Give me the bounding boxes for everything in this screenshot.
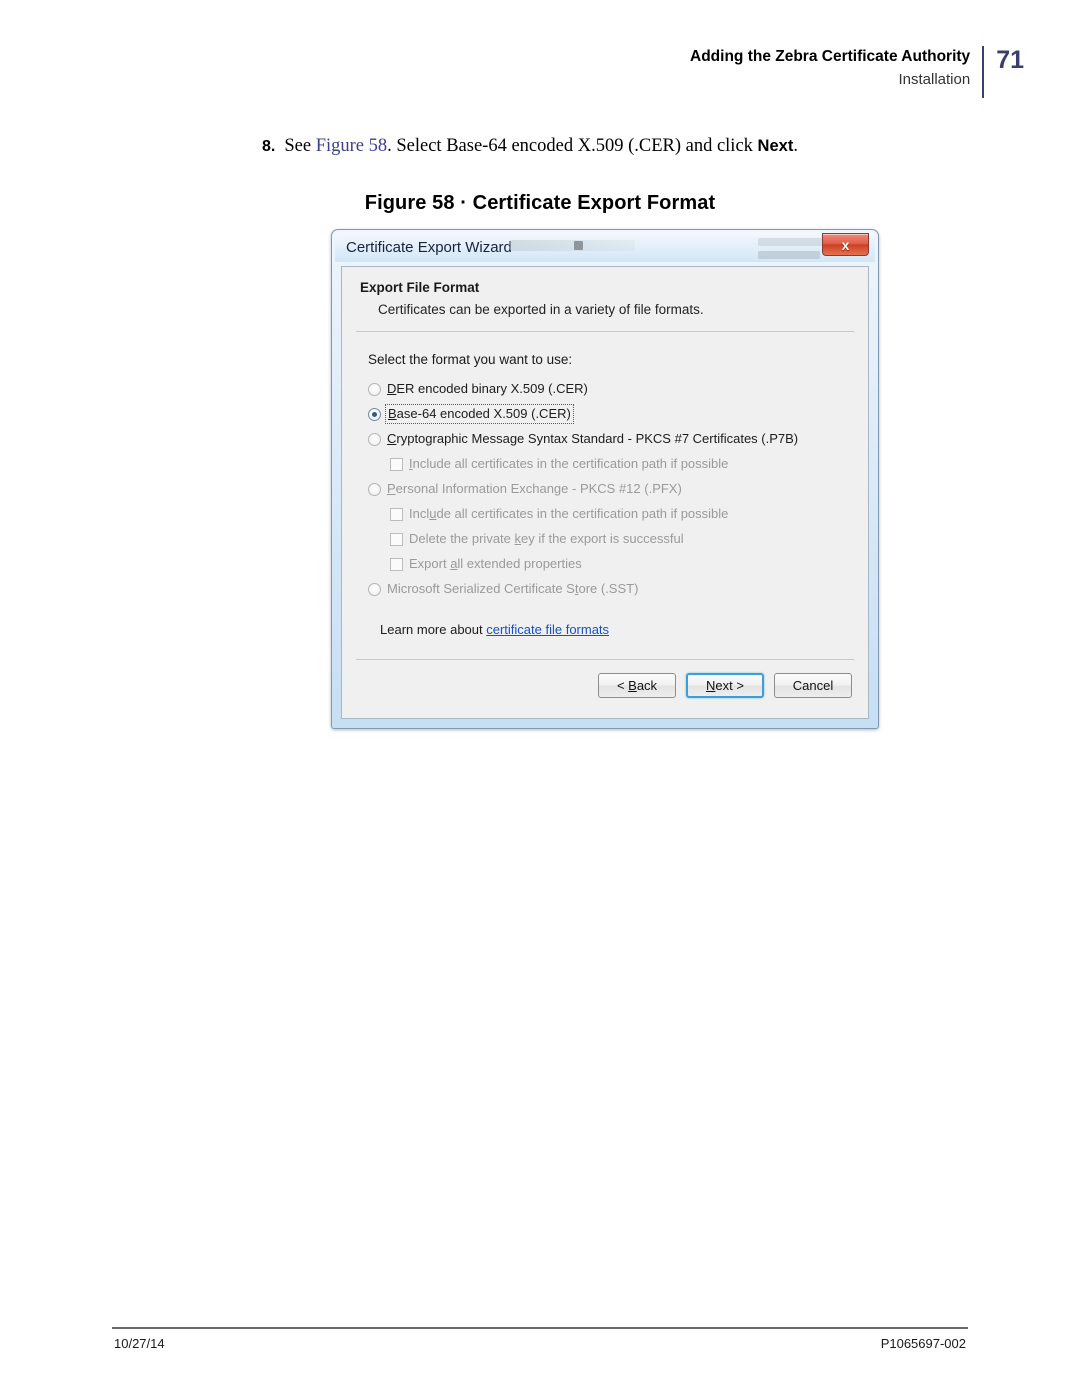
radio-der-icon[interactable]: [368, 383, 381, 396]
option-row-export-extended-props: Export all extended properties: [368, 556, 850, 572]
close-icon: x: [841, 236, 850, 253]
titlebar-ghost-artifact-c: [758, 251, 820, 259]
step-text-middle: . Select Base-64 encoded X.509 (.CER) an…: [387, 136, 758, 156]
learn-more-prefix: Learn more about: [380, 622, 487, 637]
radio-pfx-icon: [368, 483, 381, 496]
checkbox-export-extended-props-icon: [390, 558, 403, 571]
page-header: Adding the Zebra Certificate Authority I…: [690, 46, 1024, 98]
option-row-base64[interactable]: Base-64 encoded X.509 (.CER): [368, 404, 850, 424]
footer-date: 10/27/14: [114, 1336, 165, 1351]
option-label-pfx-include-all: Include all certificates in the certific…: [409, 506, 729, 521]
back-button[interactable]: < Back: [598, 673, 676, 698]
next-button-label: Next >: [706, 678, 744, 693]
footer-rule: [112, 1327, 968, 1329]
option-label-export-extended-props: Export all extended properties: [409, 556, 582, 571]
next-button[interactable]: Next >: [686, 673, 764, 698]
cancel-button[interactable]: Cancel: [774, 673, 852, 698]
certificate-file-formats-link[interactable]: certificate file formats: [486, 622, 609, 637]
option-row-der[interactable]: DER encoded binary X.509 (.CER): [368, 381, 850, 397]
back-button-label: < Back: [616, 678, 658, 693]
figure-caption: Figure 58 · Certificate Export Format: [364, 192, 716, 214]
titlebar-ghost-artifact-a: [510, 240, 635, 251]
option-label-sst: Microsoft Serialized Certificate Store (…: [387, 581, 639, 596]
dialog-title: Certificate Export Wizard: [346, 238, 512, 256]
page-header-text: Adding the Zebra Certificate Authority I…: [690, 46, 982, 92]
option-label-der: DER encoded binary X.509 (.CER): [387, 381, 588, 396]
titlebar-ghost-artifact-dot: [574, 241, 583, 250]
step-text-before: See: [284, 136, 316, 156]
option-label-pkcs7-include-all: Include all certificates in the certific…: [409, 456, 729, 471]
dialog-description: Certificates can be exported in a variet…: [378, 302, 704, 317]
page-number: 71: [996, 46, 1024, 74]
close-button[interactable]: x: [822, 233, 869, 256]
option-label-delete-private-key: Delete the private key if the export is …: [409, 531, 684, 546]
radio-sst-icon: [368, 583, 381, 596]
format-prompt: Select the format you want to use:: [368, 352, 573, 367]
dialog-header-block: Export File Format Certificates can be e…: [342, 267, 868, 317]
checkbox-pkcs7-include-all-icon: [390, 458, 403, 471]
footer-document-number: P1065697-002: [880, 1336, 966, 1351]
step-number: 8.: [262, 138, 276, 155]
dialog-heading: Export File Format: [360, 280, 480, 295]
option-row-pkcs7[interactable]: Cryptographic Message Syntax Standard - …: [368, 431, 850, 447]
option-row-pfx-include-all: Include all certificates in the certific…: [368, 506, 850, 522]
dialog-titlebar: Certificate Export Wizard x: [335, 232, 875, 262]
checkbox-delete-private-key-icon: [390, 533, 403, 546]
option-label-base64: Base-64 encoded X.509 (.CER): [385, 404, 574, 424]
step-paragraph: 8. See Figure 58. Select Base-64 encoded …: [262, 134, 882, 159]
titlebar-ghost-artifact-b: [758, 238, 828, 246]
option-label-pkcs7: Cryptographic Message Syntax Standard - …: [387, 431, 799, 446]
dialog-body: Export File Format Certificates can be e…: [341, 266, 869, 719]
cancel-button-label: Cancel: [792, 678, 834, 693]
option-label-pfx: Personal Information Exchange - PKCS #12…: [387, 481, 682, 496]
page-subtitle: Installation: [898, 71, 971, 88]
checkbox-pfx-include-all-icon: [390, 508, 403, 521]
step-emphasis: Next: [757, 137, 794, 155]
header-divider: [982, 46, 985, 98]
option-row-pkcs7-include-all: Include all certificates in the certific…: [368, 456, 850, 472]
radio-pkcs7-icon[interactable]: [368, 433, 381, 446]
figure-cross-reference[interactable]: Figure 58: [316, 136, 387, 156]
format-options-list: DER encoded binary X.509 (.CER) Base-64 e…: [368, 381, 850, 597]
option-row-sst: Microsoft Serialized Certificate Store (…: [368, 581, 850, 597]
radio-base64-icon[interactable]: [368, 408, 381, 421]
option-row-pfx: Personal Information Exchange - PKCS #12…: [368, 481, 850, 497]
certificate-export-wizard-dialog: Certificate Export Wizard x Export File …: [331, 229, 879, 729]
dialog-content: Select the format you want to use: DER e…: [342, 332, 868, 637]
step-text-after: .: [793, 136, 798, 156]
option-row-delete-private-key: Delete the private key if the export is …: [368, 531, 850, 547]
dialog-button-row: < Back Next > Cancel: [342, 660, 868, 698]
learn-more-row: Learn more about certificate file format…: [368, 606, 850, 637]
page-title: Adding the Zebra Certificate Authority: [690, 48, 971, 65]
